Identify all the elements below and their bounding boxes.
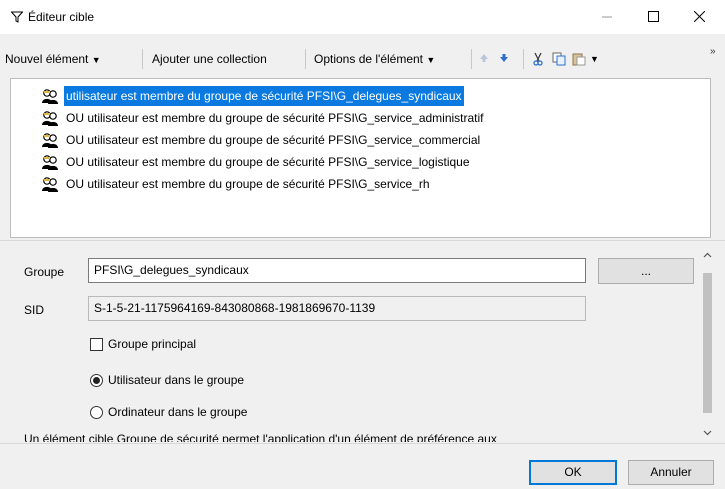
new-item-label: Nouvel élément	[5, 52, 89, 66]
primary-group-checkbox[interactable]	[90, 338, 103, 351]
toolbar: Nouvel élément ▼ Ajouter une collection …	[0, 44, 725, 74]
security-group-icon	[42, 177, 58, 192]
paste-icon[interactable]	[572, 52, 586, 66]
window-title: Éditeur cible	[28, 10, 95, 24]
toolbar-separator	[523, 49, 524, 69]
browse-button[interactable]: ...	[598, 258, 694, 284]
security-group-icon	[42, 133, 58, 148]
paste-dropdown-chevron-icon[interactable]: ▼	[590, 54, 599, 64]
item-options-label: Options de l'élément	[314, 52, 424, 66]
computer-in-group-radio[interactable]	[90, 406, 103, 419]
description-text: Un élément cible Groupe de sécurité perm…	[24, 432, 497, 442]
group-field[interactable]: PFSI\G_delegues_syndicaux	[88, 258, 586, 283]
list-item-label: OU utilisateur est membre du groupe de s…	[66, 155, 470, 169]
list-item-label: utilisateur est membre du groupe de sécu…	[64, 86, 464, 106]
security-group-icon	[42, 155, 58, 170]
sid-field: S-1-5-21-1175964169-843080868-1981869670…	[88, 296, 586, 321]
user-in-group-label: Utilisateur dans le groupe	[108, 373, 245, 387]
chevron-down-icon: ▼	[426, 55, 436, 65]
properties-scrollbar[interactable]	[699, 246, 716, 442]
toolbar-separator	[142, 49, 143, 69]
maximize-button[interactable]	[630, 0, 676, 34]
scroll-up-icon[interactable]	[703, 251, 712, 260]
move-up-icon[interactable]	[478, 52, 490, 64]
add-collection-button[interactable]: Ajouter une collection	[152, 52, 267, 66]
copy-icon[interactable]	[552, 52, 566, 66]
item-options-menu[interactable]: Options de l'élément ▼	[314, 52, 435, 66]
ok-button[interactable]: OK	[529, 460, 617, 485]
chevron-down-icon: ▼	[91, 55, 101, 65]
footer-divider	[0, 443, 725, 444]
computer-in-group-label: Ordinateur dans le groupe	[108, 405, 248, 419]
cut-icon[interactable]	[531, 52, 545, 66]
toolbar-overflow-icon[interactable]: »	[710, 46, 716, 57]
close-icon	[693, 10, 705, 23]
toolbar-separator	[471, 49, 472, 69]
maximize-icon	[647, 11, 659, 22]
security-group-icon	[42, 89, 58, 104]
cancel-button[interactable]: Annuler	[628, 460, 714, 485]
move-down-icon[interactable]	[498, 52, 510, 64]
minimize-button[interactable]	[584, 0, 630, 34]
scrollbar-thumb[interactable]	[703, 273, 712, 413]
user-in-group-radio[interactable]	[90, 374, 103, 387]
filter-icon	[11, 11, 23, 23]
toolbar-separator	[305, 49, 306, 69]
pane-splitter[interactable]	[0, 240, 725, 241]
minimize-icon	[601, 16, 612, 18]
primary-group-label: Groupe principal	[108, 337, 197, 351]
list-item-label: OU utilisateur est membre du groupe de s…	[66, 133, 481, 147]
scroll-down-icon[interactable]	[703, 428, 712, 437]
new-item-menu[interactable]: Nouvel élément ▼	[5, 52, 101, 66]
security-group-icon	[42, 111, 58, 126]
properties-panel: Groupe PFSI\G_delegues_syndicaux ... SID…	[10, 246, 719, 442]
list-item-label: OU utilisateur est membre du groupe de s…	[66, 177, 430, 191]
sid-label: SID	[24, 303, 45, 317]
group-label: Groupe	[24, 265, 65, 279]
target-item-list[interactable]: utilisateur est membre du groupe de sécu…	[10, 78, 711, 238]
list-item-label: OU utilisateur est membre du groupe de s…	[66, 111, 484, 125]
title-bar: Éditeur cible	[0, 0, 725, 34]
close-button[interactable]	[676, 0, 722, 34]
